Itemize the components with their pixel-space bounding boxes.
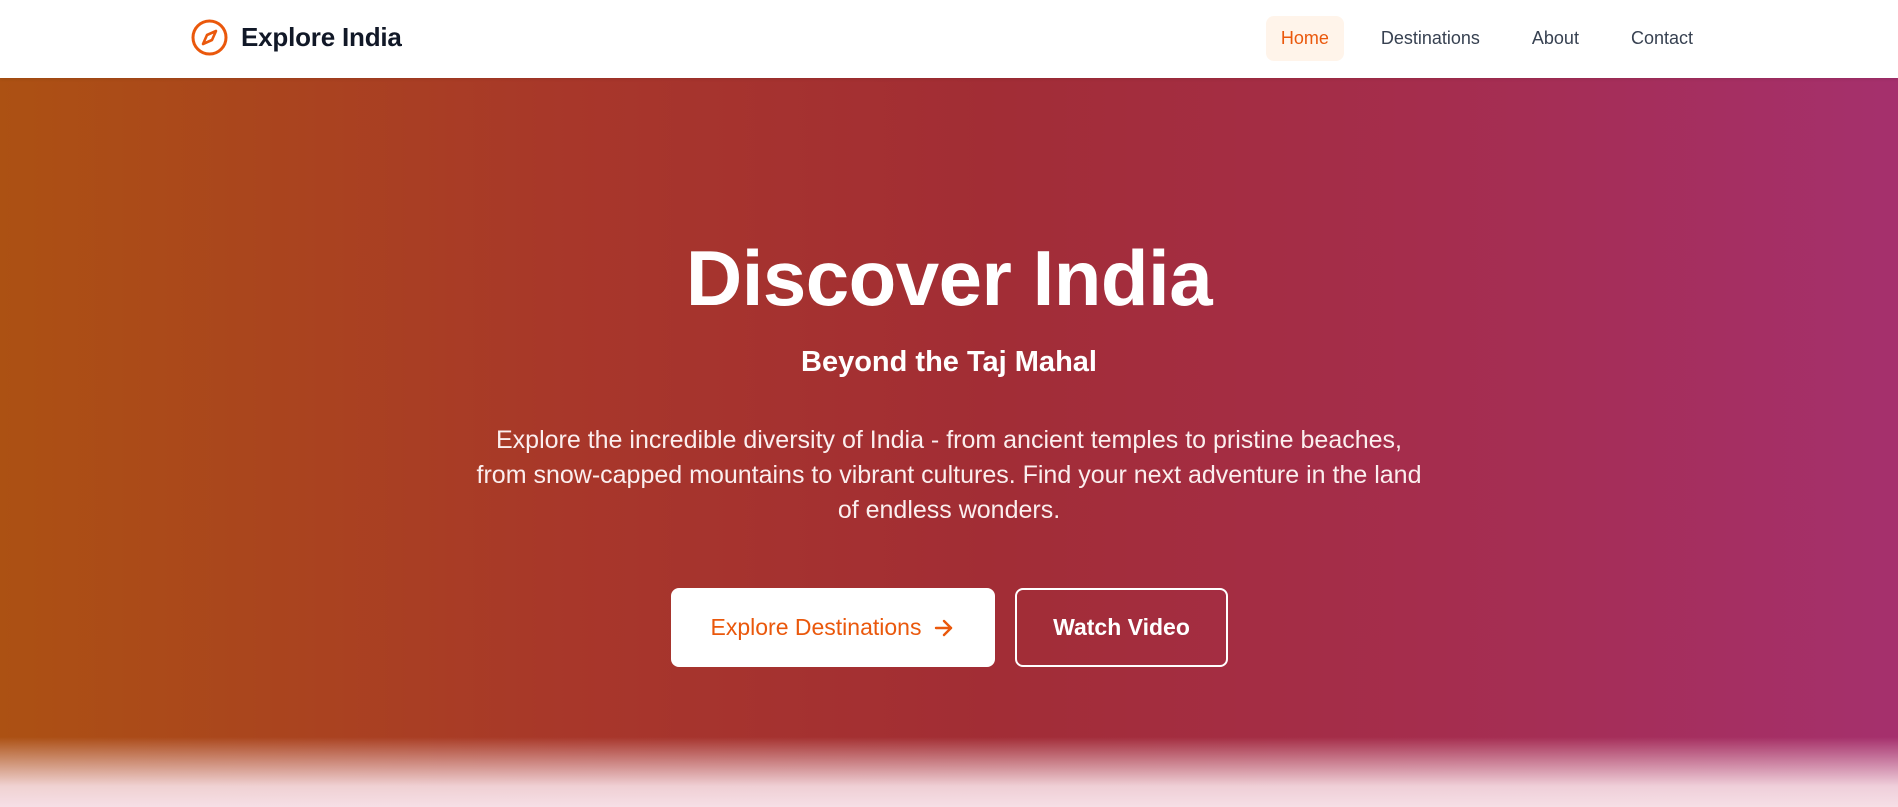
compass-icon (190, 18, 229, 57)
watch-video-label: Watch Video (1053, 614, 1190, 640)
nav-links: Home Destinations About Contact (1265, 16, 1708, 61)
hero-title: Discover India (685, 234, 1213, 322)
brand-link[interactable]: Explore India (190, 18, 402, 57)
nav-link-about[interactable]: About (1517, 16, 1594, 61)
hero-description: Explore the incredible diversity of Indi… (476, 426, 1422, 524)
explore-destinations-label: Explore Destinations (710, 614, 922, 640)
nav-link-destinations[interactable]: Destinations (1366, 16, 1495, 61)
hero-section: Discover India Beyond the Taj Mahal Expl… (0, 78, 1898, 807)
hero-subtitle: Beyond the Taj Mahal (801, 346, 1097, 378)
arrow-right-icon (933, 617, 955, 639)
nav-link-contact[interactable]: Contact (1616, 16, 1708, 61)
navbar: Explore India Home Destinations About Co… (0, 0, 1898, 78)
hero-bottom-fade (0, 737, 1898, 807)
nav-link-home[interactable]: Home (1265, 16, 1344, 61)
brand-name: Explore India (241, 22, 402, 52)
watch-video-button[interactable]: Watch Video (1015, 588, 1228, 667)
explore-destinations-button[interactable]: Explore Destinations (671, 588, 995, 667)
